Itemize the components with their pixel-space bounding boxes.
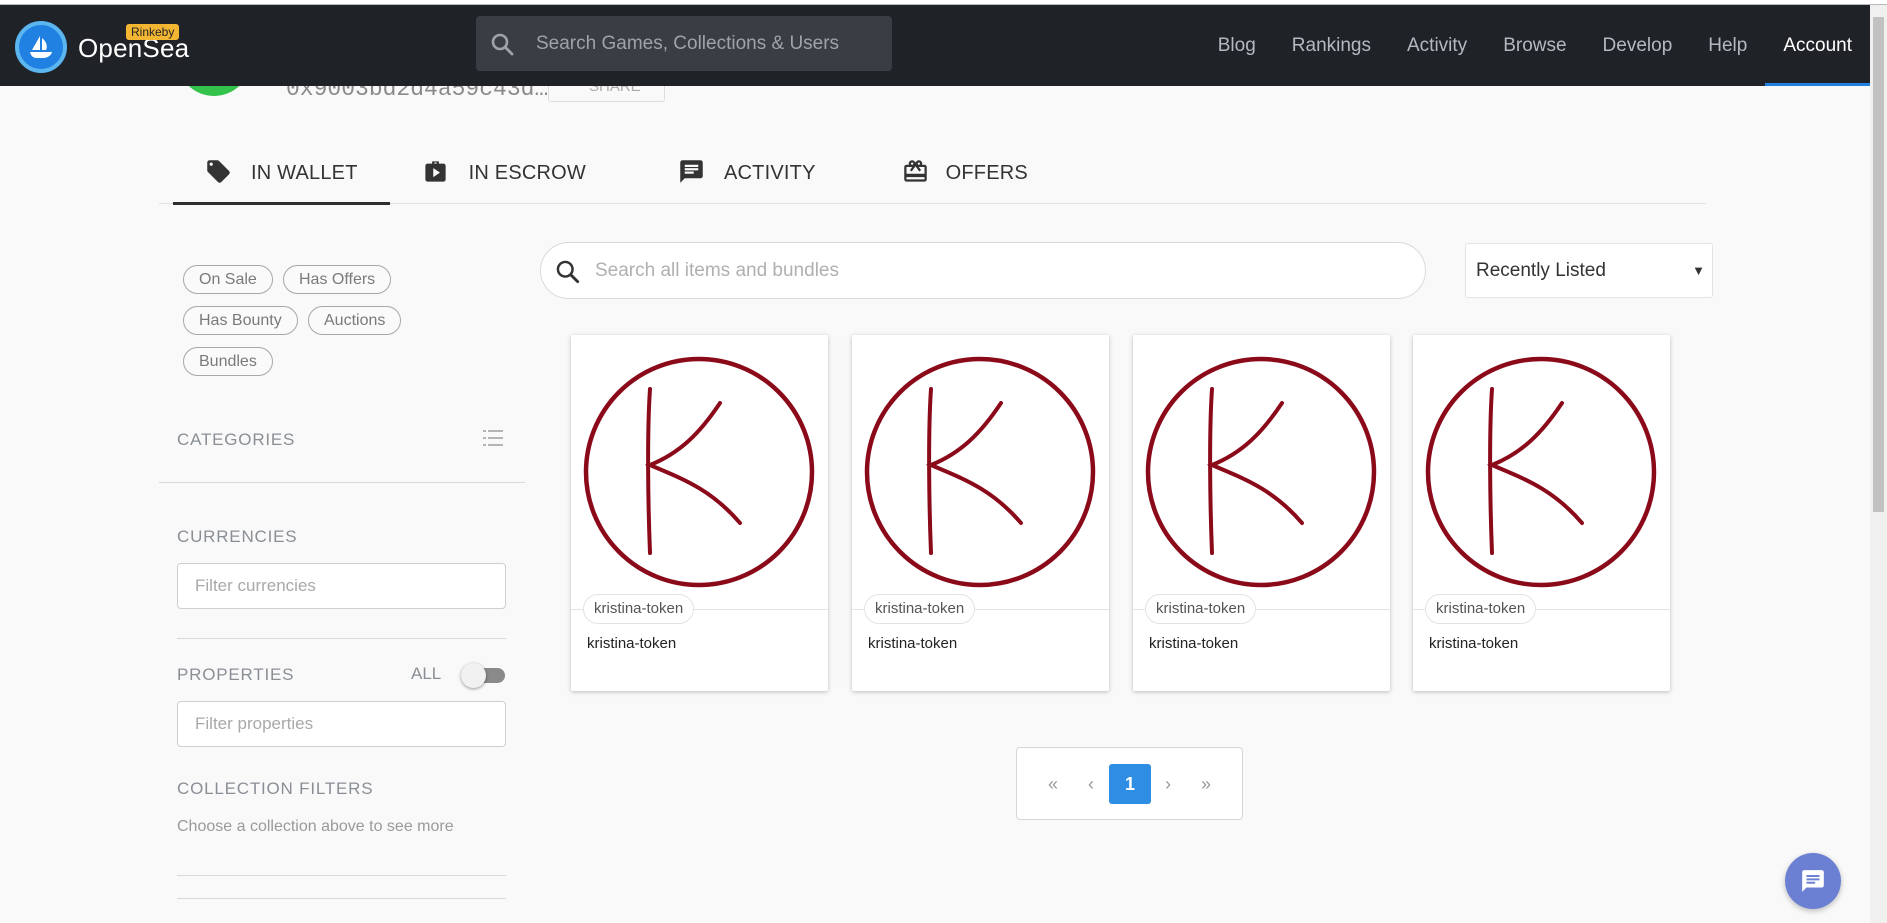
nav-link-account[interactable]: Account — [1765, 5, 1870, 86]
next-page-button[interactable]: › — [1153, 764, 1183, 804]
tab-label: IN WALLET — [251, 161, 358, 184]
chip-has-bounty[interactable]: Has Bounty — [183, 306, 298, 335]
token-image — [1145, 356, 1377, 588]
properties-all-toggle[interactable] — [461, 663, 506, 688]
chip-auctions[interactable]: Auctions — [308, 306, 402, 335]
tab-label: OFFERS — [945, 161, 1028, 184]
tab-offers[interactable]: OFFERS — [848, 142, 1060, 204]
token-image — [1425, 356, 1657, 588]
search-icon — [491, 33, 514, 56]
collection-filters-heading: COLLECTION FILTERS — [177, 779, 374, 798]
list-icon[interactable] — [483, 428, 503, 448]
currency-filter-input[interactable] — [178, 564, 505, 608]
divider — [159, 482, 525, 483]
currency-filter[interactable] — [177, 563, 506, 609]
item-card[interactable]: kristina-token kristina-token — [571, 335, 828, 691]
collection-hint: Choose a collection above to see more — [177, 818, 454, 835]
nav-link-activity[interactable]: Activity — [1389, 5, 1485, 86]
chevron-down-icon: ▼ — [1692, 263, 1705, 278]
window-top-border — [0, 0, 1887, 5]
escrow-icon — [425, 161, 446, 182]
chip-bundles[interactable]: Bundles — [183, 347, 273, 376]
tab-label: IN ESCROW — [468, 161, 586, 184]
token-image — [583, 356, 815, 588]
divider — [177, 638, 506, 639]
nav-links: Blog Rankings Activity Browse Develop He… — [1200, 5, 1870, 86]
tab-in-escrow[interactable]: IN ESCROW — [390, 142, 618, 204]
collection-pill[interactable]: kristina-token — [1145, 594, 1257, 624]
profile-tabs: IN WALLET IN ESCROW ACTIVITY OFFERS — [159, 142, 1706, 205]
collection-pill[interactable]: kristina-token — [1425, 594, 1537, 624]
ship-icon — [30, 36, 52, 58]
nav-link-browse[interactable]: Browse — [1485, 5, 1584, 86]
item-card[interactable]: kristina-token kristina-token — [1133, 335, 1390, 691]
global-search[interactable] — [476, 16, 892, 71]
properties-all-label: ALL — [411, 664, 442, 683]
chat-button[interactable] — [1785, 853, 1841, 909]
tab-in-wallet[interactable]: IN WALLET — [159, 142, 390, 205]
pagination: « ‹ 1 › » — [1016, 747, 1243, 820]
item-card[interactable]: kristina-token kristina-token — [852, 335, 1109, 691]
scrollbar-thumb[interactable] — [1873, 17, 1884, 512]
gift-icon — [903, 160, 927, 182]
sort-value: Recently Listed — [1476, 260, 1606, 281]
properties-heading: PROPERTIES — [177, 665, 295, 684]
collection-pill[interactable]: kristina-token — [864, 594, 976, 624]
top-navbar: OpenSea Rinkeby Blog Rankings Activity B… — [0, 5, 1870, 86]
toggle-knob — [461, 663, 486, 688]
item-card[interactable]: kristina-token kristina-token — [1413, 335, 1670, 691]
first-page-button[interactable]: « — [1038, 764, 1068, 804]
nav-link-rankings[interactable]: Rankings — [1274, 5, 1389, 86]
chip-on-sale[interactable]: On Sale — [183, 265, 273, 294]
page-scrollbar[interactable] — [1870, 5, 1887, 923]
currencies-heading: CURRENCIES — [177, 527, 298, 546]
items-search[interactable] — [540, 242, 1426, 299]
collection-pill[interactable]: kristina-token — [583, 594, 695, 624]
tab-label: ACTIVITY — [724, 161, 816, 184]
divider — [177, 875, 506, 876]
item-name: kristina-token — [1149, 635, 1239, 652]
item-name: kristina-token — [868, 635, 958, 652]
last-page-button[interactable]: » — [1191, 764, 1221, 804]
item-name: kristina-token — [1429, 635, 1519, 652]
properties-filter-input[interactable] — [178, 702, 505, 746]
chip-has-offers[interactable]: Has Offers — [283, 265, 392, 294]
categories-heading[interactable]: CATEGORIES — [177, 430, 295, 450]
properties-filter[interactable] — [177, 701, 506, 747]
divider — [177, 898, 506, 899]
sort-select[interactable]: Recently Listed ▼ — [1465, 243, 1713, 298]
nav-link-blog[interactable]: Blog — [1200, 5, 1274, 86]
nav-link-develop[interactable]: Develop — [1585, 5, 1691, 86]
opensea-logo-icon[interactable] — [15, 21, 67, 73]
prev-page-button[interactable]: ‹ — [1076, 764, 1106, 804]
network-badge: Rinkeby — [126, 24, 180, 40]
nav-link-help[interactable]: Help — [1690, 5, 1765, 86]
search-icon — [556, 260, 580, 284]
chat-list-icon — [680, 160, 703, 183]
global-search-input[interactable] — [536, 16, 876, 71]
tab-activity[interactable]: ACTIVITY — [618, 142, 848, 204]
current-page-button[interactable]: 1 — [1109, 764, 1151, 804]
token-image — [864, 356, 1096, 588]
tag-icon — [207, 160, 230, 183]
items-search-input[interactable] — [595, 243, 1395, 298]
chat-icon — [1802, 870, 1824, 892]
item-name: kristina-token — [587, 635, 677, 652]
